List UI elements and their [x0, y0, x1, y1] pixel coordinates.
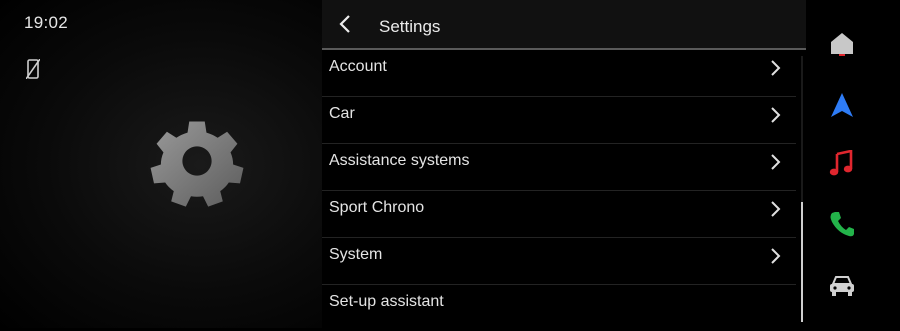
list-item-label: Set-up assistant: [329, 293, 444, 310]
settings-panel: Settings Account Car Assistance systems …: [322, 0, 806, 328]
list-item-label: Car: [329, 105, 355, 122]
page-title: Settings: [379, 17, 441, 36]
car-icon: [830, 276, 854, 296]
chevron-left-icon[interactable]: [336, 13, 354, 35]
app-dock: [806, 0, 900, 328]
music-note-icon: [829, 150, 853, 176]
chevron-right-icon: [771, 154, 781, 170]
phone-crossed-icon: [26, 59, 40, 79]
dock-phone-button[interactable]: [826, 208, 858, 240]
chevron-right-icon: [771, 60, 781, 76]
list-item-account[interactable]: Account: [322, 50, 796, 97]
home-icon: [831, 33, 853, 56]
chevron-right-icon: [771, 201, 781, 217]
list-item-label: Account: [329, 58, 387, 75]
navigation-arrow-icon: [831, 93, 853, 117]
dock-navigation-button[interactable]: [826, 89, 858, 121]
list-item-set-up-assistant[interactable]: Set-up assistant: [322, 285, 796, 331]
clock: 19:02: [24, 13, 69, 32]
list-item-assistance-systems[interactable]: Assistance systems: [322, 144, 796, 191]
settings-gear-icon: [150, 121, 244, 207]
list-item-label: Sport Chrono: [329, 199, 425, 216]
list-item-label: System: [329, 246, 383, 263]
dock-home-button[interactable]: [826, 28, 858, 60]
dock-car-button[interactable]: [826, 270, 858, 302]
dock-media-button[interactable]: [826, 148, 858, 180]
chevron-right-icon: [771, 107, 781, 123]
phone-call-icon: [830, 212, 854, 237]
settings-list: Account Car Assistance systems Sport Chr…: [322, 50, 796, 331]
list-item-system[interactable]: System: [322, 238, 796, 285]
list-item-label: Assistance systems: [329, 152, 470, 169]
settings-header: Settings: [322, 0, 806, 50]
scrollbar-thumb[interactable]: [801, 202, 803, 322]
list-item-car[interactable]: Car: [322, 97, 796, 144]
chevron-right-icon: [771, 248, 781, 264]
list-item-sport-chrono[interactable]: Sport Chrono: [322, 191, 796, 238]
home-info-area: 19:02: [0, 0, 322, 328]
